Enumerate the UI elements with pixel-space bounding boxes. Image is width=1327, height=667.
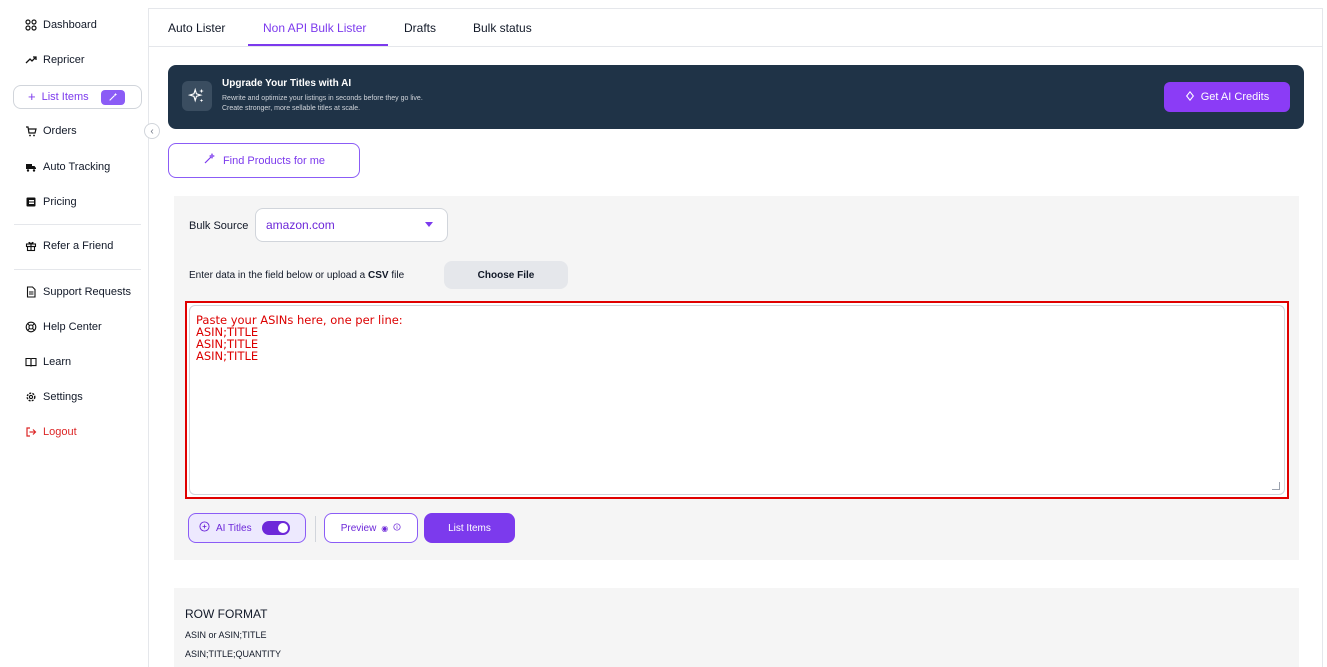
- tab-drafts[interactable]: Drafts: [404, 21, 436, 35]
- textarea-line: ASIN;TITLE: [196, 349, 259, 363]
- row-format-section: ROW FORMAT ASIN or ASIN;TITLE ASIN;TITLE…: [174, 588, 1299, 667]
- get-ai-credits-label: Get AI Credits: [1200, 91, 1270, 103]
- sidebar: Dashboard Repricer + List Items Orders A…: [0, 0, 148, 667]
- upload-instructions: Enter data in the field below or upload …: [189, 270, 404, 281]
- textarea-line: ASIN;TITLE: [196, 337, 259, 351]
- asin-textarea[interactable]: Paste your ASINs here, one per line: ASI…: [189, 305, 1285, 495]
- bulk-source-label: Bulk Source: [189, 220, 249, 232]
- magic-wand-icon: [203, 152, 216, 168]
- find-products-label: Find Products for me: [222, 154, 326, 167]
- upload-prefix: Enter data in the field below or upload …: [189, 270, 366, 281]
- gift-icon: [25, 240, 37, 252]
- sidebar-item-learn[interactable]: Learn: [25, 356, 71, 368]
- trend-line-icon: [25, 54, 37, 66]
- get-ai-credits-button[interactable]: Get AI Credits: [1164, 82, 1290, 112]
- tab-bar: Auto Lister Non API Bulk Lister Drafts B…: [149, 9, 1322, 47]
- banner-title: Upgrade Your Titles with AI: [222, 78, 352, 89]
- sidebar-item-label: Orders: [43, 125, 77, 137]
- book-icon: [25, 356, 37, 368]
- tab-non-api-bulk-lister[interactable]: Non API Bulk Lister: [263, 21, 366, 35]
- ai-circle-icon: [199, 521, 210, 535]
- sidebar-item-pricing[interactable]: Pricing: [25, 196, 77, 208]
- caret-down-icon: [425, 222, 433, 227]
- textarea-line: Paste your ASINs here, one per line:: [196, 313, 403, 327]
- pricing-card-icon: [25, 196, 37, 208]
- sidebar-item-label: Pricing: [43, 196, 77, 208]
- info-icon: [393, 522, 401, 534]
- upload-csv: CSV: [368, 270, 389, 281]
- document-icon: [25, 286, 37, 298]
- sidebar-item-dashboard[interactable]: Dashboard: [25, 19, 97, 31]
- sparkles-icon: [182, 81, 212, 111]
- sidebar-item-label: Auto Tracking: [43, 161, 111, 173]
- textarea-line: ASIN;TITLE: [196, 325, 259, 339]
- sidebar-item-list-items[interactable]: + List Items: [13, 85, 142, 109]
- banner-subtitle: Rewrite and optimize your listings in se…: [222, 95, 423, 102]
- preview-label: Preview: [340, 522, 377, 534]
- logout-icon: [25, 426, 37, 438]
- sidebar-divider: [14, 269, 141, 270]
- ai-upgrade-banner: Upgrade Your Titles with AI Rewrite and …: [168, 65, 1304, 129]
- list-items-button[interactable]: List Items: [424, 513, 515, 543]
- sidebar-item-label: Refer a Friend: [43, 240, 114, 252]
- active-tab-indicator: [248, 44, 388, 46]
- asin-textarea-highlight: Paste your ASINs here, one per line: ASI…: [185, 301, 1289, 499]
- divider: [315, 516, 316, 542]
- upload-suffix: file: [391, 270, 405, 281]
- gear-icon: [25, 391, 37, 403]
- sidebar-item-label: Dashboard: [43, 19, 97, 31]
- sidebar-item-label: Repricer: [43, 54, 85, 66]
- bulk-source-value: amazon.com: [266, 218, 335, 232]
- dashboard-grid-icon: [25, 19, 37, 31]
- sidebar-item-label: Help Center: [43, 321, 102, 333]
- ai-badge-icon: [100, 89, 125, 105]
- tab-auto-lister[interactable]: Auto Lister: [168, 21, 225, 35]
- truck-icon: [25, 161, 37, 173]
- sidebar-item-label: Logout: [43, 426, 77, 438]
- sidebar-item-refer-a-friend[interactable]: Refer a Friend: [25, 240, 113, 252]
- chevron-left-icon: ‹: [150, 125, 154, 137]
- banner-subtitle: Create stronger, more sellable titles at…: [222, 105, 361, 112]
- sidebar-collapse-button[interactable]: ‹: [144, 123, 160, 139]
- plus-icon: +: [28, 89, 36, 104]
- find-products-button[interactable]: Find Products for me: [168, 143, 360, 178]
- sidebar-item-help-center[interactable]: Help Center: [25, 321, 102, 333]
- sidebar-item-label: List Items: [41, 91, 89, 103]
- bulk-lister-panel: Bulk Source amazon.com Enter data in the…: [174, 196, 1299, 560]
- eye-icon: ◉: [381, 523, 389, 533]
- sidebar-item-orders[interactable]: Orders: [25, 125, 77, 137]
- sidebar-item-logout[interactable]: Logout: [25, 426, 77, 438]
- ai-titles-label: AI Titles: [216, 522, 252, 534]
- row-format-line: ASIN or ASIN;TITLE: [185, 630, 267, 640]
- choose-file-button[interactable]: Choose File: [444, 261, 568, 289]
- sidebar-item-support-requests[interactable]: Support Requests: [25, 286, 131, 298]
- toggle-switch[interactable]: [261, 521, 290, 535]
- bulk-source-select[interactable]: amazon.com: [255, 208, 448, 242]
- sidebar-item-repricer[interactable]: Repricer: [25, 54, 85, 66]
- ai-titles-toggle[interactable]: AI Titles: [188, 513, 306, 543]
- sidebar-divider: [14, 224, 141, 225]
- sidebar-item-label: Support Requests: [43, 286, 132, 298]
- diamond-icon: [1185, 90, 1195, 104]
- row-format-line: ASIN;TITLE;QUANTITY: [185, 649, 282, 659]
- resize-grip-icon[interactable]: [1272, 482, 1280, 490]
- cart-icon: [25, 125, 37, 137]
- sidebar-item-auto-tracking[interactable]: Auto Tracking: [25, 161, 110, 173]
- tab-bulk-status[interactable]: Bulk status: [473, 21, 532, 35]
- lifebuoy-icon: [25, 321, 37, 333]
- preview-button[interactable]: Preview ◉: [324, 513, 418, 543]
- row-format-title: ROW FORMAT: [185, 607, 268, 621]
- sidebar-item-settings[interactable]: Settings: [25, 391, 83, 403]
- sidebar-item-label: Learn: [43, 356, 72, 368]
- sidebar-item-label: Settings: [43, 391, 83, 403]
